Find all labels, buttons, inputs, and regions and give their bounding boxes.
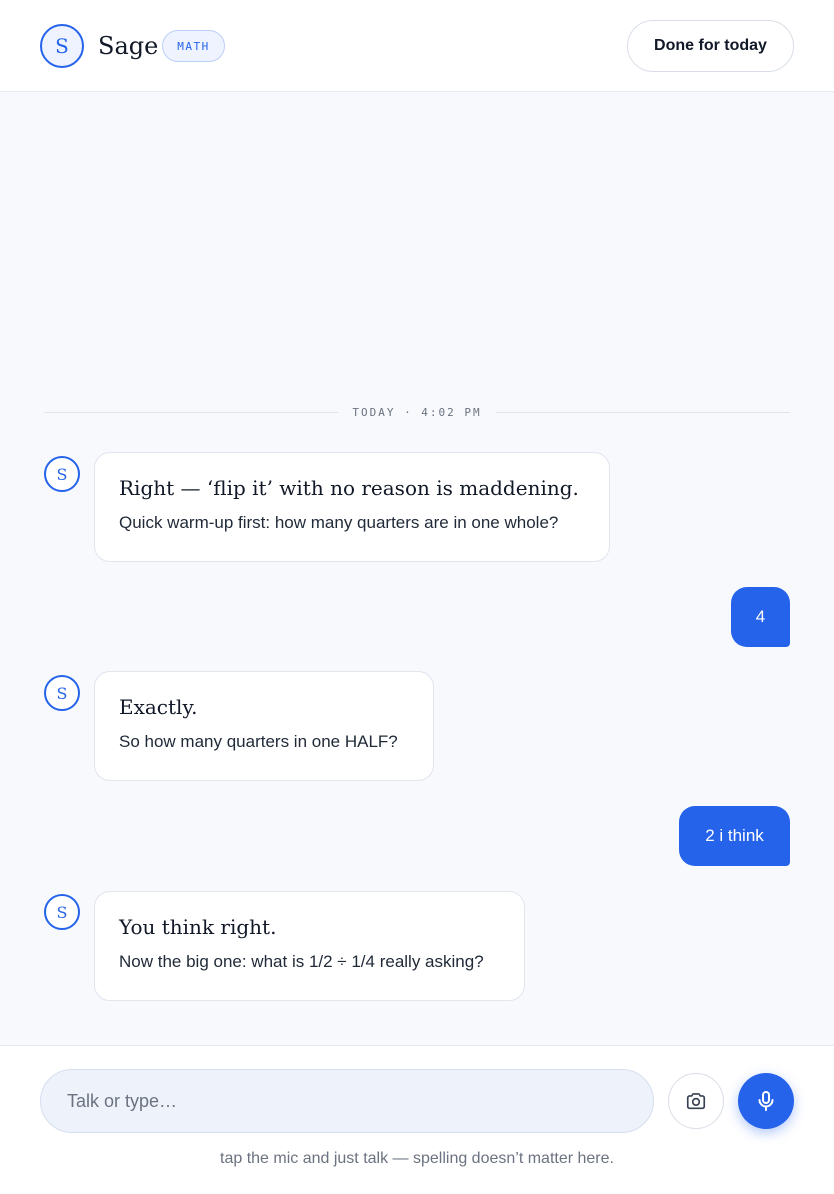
tutor-message: Exactly. So how many quarters in one HAL… bbox=[94, 671, 434, 781]
tutor-avatar: S bbox=[44, 456, 80, 492]
tutor-message-headline: Exactly. bbox=[119, 695, 198, 719]
divider-line-left bbox=[44, 411, 339, 413]
student-message: 2 i think bbox=[679, 806, 790, 866]
tutor-avatar: S bbox=[44, 894, 80, 930]
subject-badge: MATH bbox=[162, 30, 225, 62]
divider-line-right bbox=[495, 411, 790, 413]
tutor-chat-app: S Sage MATH Done for today TODAY · 4:02 … bbox=[0, 0, 834, 1194]
timestamp-divider: TODAY · 4:02 PM bbox=[44, 402, 790, 422]
microphone-button[interactable] bbox=[738, 1073, 794, 1129]
app-header: S Sage MATH Done for today bbox=[0, 0, 834, 92]
tutor-message: Right — ‘flip it’ with no reason is madd… bbox=[94, 452, 610, 562]
camera-button[interactable] bbox=[668, 1073, 724, 1129]
tutor-message-body: Now the big one: what is 1/2 ÷ 1/4 reall… bbox=[119, 952, 484, 971]
logo-badge: S bbox=[40, 24, 84, 68]
student-message: 4 bbox=[731, 587, 790, 647]
microphone-icon bbox=[758, 1091, 774, 1111]
composer-bar: tap the mic and just talk — spelling doe… bbox=[0, 1045, 834, 1194]
tutor-message-body: So how many quarters in one HALF? bbox=[119, 732, 398, 751]
tutor-avatar: S bbox=[44, 675, 80, 711]
tutor-message-body: Quick warm-up first: how many quarters a… bbox=[119, 513, 559, 532]
done-for-today-button[interactable]: Done for today bbox=[627, 20, 794, 72]
camera-icon bbox=[686, 1093, 706, 1110]
tutor-message-headline: Right — ‘flip it’ with no reason is madd… bbox=[119, 476, 579, 500]
message-input[interactable] bbox=[40, 1069, 654, 1133]
app-title: Sage bbox=[98, 32, 159, 60]
timestamp-label: TODAY · 4:02 PM bbox=[352, 405, 482, 419]
composer-hint: tap the mic and just talk — spelling doe… bbox=[220, 1150, 614, 1167]
tutor-message: You think right. Now the big one: what i… bbox=[94, 891, 525, 1001]
tutor-message-headline: You think right. bbox=[119, 915, 277, 939]
